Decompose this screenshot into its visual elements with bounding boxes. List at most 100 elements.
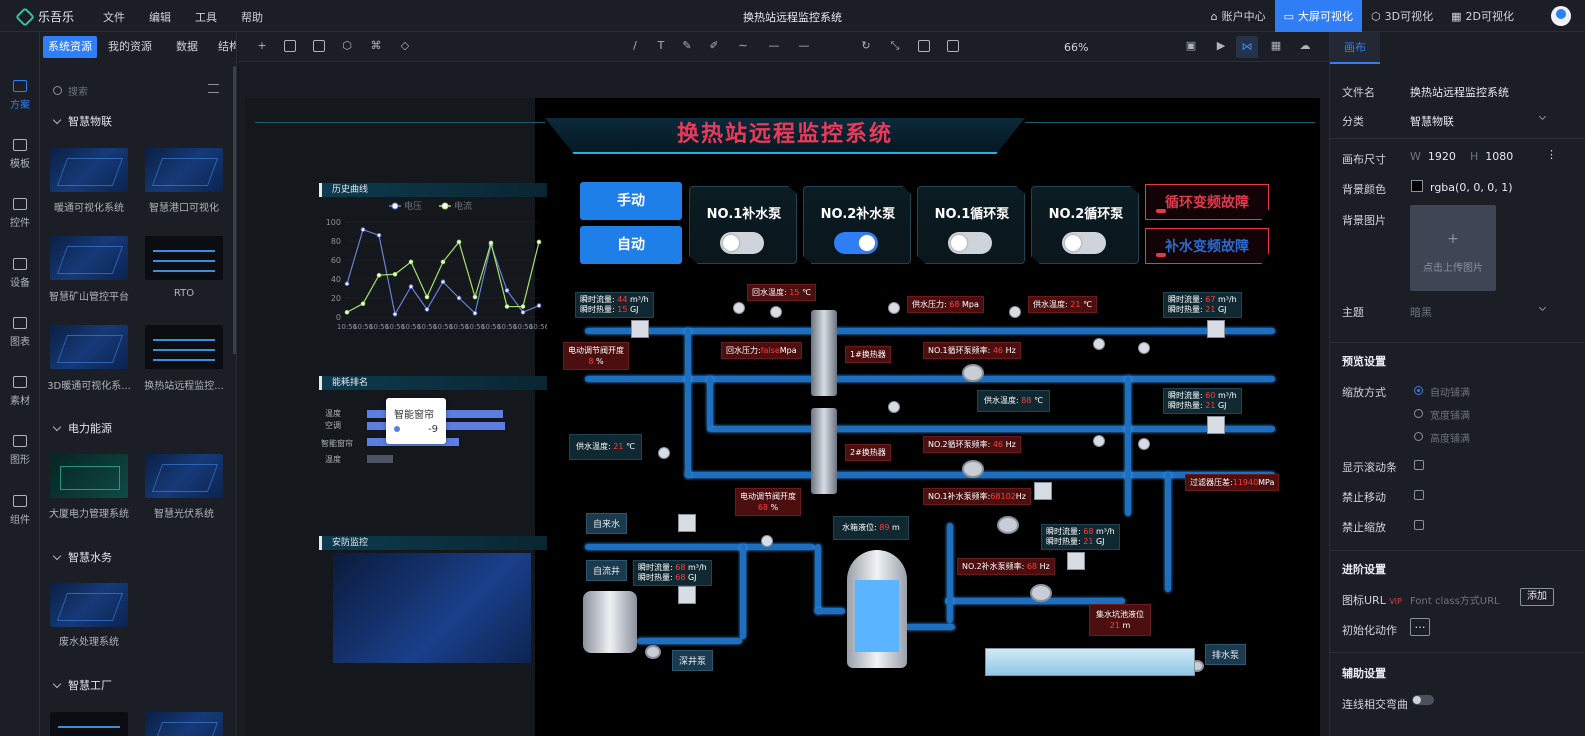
template-thumb[interactable]	[145, 325, 223, 369]
eraser-icon[interactable]: ◇	[399, 40, 411, 52]
list-icon[interactable]	[208, 84, 219, 93]
bigscreen-tab[interactable]: ▭ 大屏可视化	[1274, 0, 1363, 32]
template-thumb[interactable]	[145, 148, 223, 192]
heat-exchanger-1[interactable]	[811, 310, 837, 396]
editor-canvas[interactable]: 换热站远程监控系统 历史曲线 电压 电流 0 20 40 60 80 100 10:56 10:5…	[238, 62, 1329, 736]
rail-shape[interactable]: 图形	[0, 435, 40, 466]
menu-tools[interactable]: 工具	[195, 9, 241, 25]
water-tank[interactable]	[847, 550, 907, 668]
line-icon[interactable]: /	[629, 40, 641, 52]
more-icon[interactable]: ⋮	[1546, 148, 1557, 161]
no-move-checkbox[interactable]	[1414, 490, 1424, 500]
auto-button[interactable]: 自动	[580, 226, 682, 264]
app-logo[interactable]: 乐吾乐	[15, 6, 74, 27]
zoom-level[interactable]: 66%	[1064, 41, 1088, 54]
format-brush-icon[interactable]: ⌘	[370, 40, 382, 52]
width-value[interactable]: 1920	[1428, 150, 1456, 163]
shrink-icon[interactable]: ⤡	[889, 40, 901, 52]
category-power[interactable]: 电力能源	[52, 420, 112, 436]
cloud-icon[interactable]: ☁	[1299, 40, 1311, 52]
text-icon[interactable]: T	[655, 40, 667, 52]
menu-file[interactable]: 文件	[103, 9, 149, 25]
qrcode-icon[interactable]: ▦	[1270, 40, 1282, 52]
straight-line-icon[interactable]: —	[768, 40, 780, 52]
add-button[interactable]: 添加	[1520, 588, 1554, 606]
pump-toggle[interactable]	[948, 232, 992, 254]
cross-curve-toggle[interactable]	[1412, 695, 1434, 705]
layout-icon[interactable]	[947, 40, 959, 52]
template-thumb[interactable]	[50, 325, 128, 369]
bg-image-upload[interactable]: + 点击上传图片	[1410, 205, 1496, 291]
frame-icon[interactable]	[918, 40, 930, 52]
share-icon[interactable]: ⋈	[1236, 36, 1258, 58]
init-action-button[interactable]: …	[1410, 618, 1430, 636]
tab-canvas[interactable]: 画布	[1330, 32, 1380, 64]
manual-button[interactable]: 手动	[580, 182, 682, 220]
makeup-pump-1-icon[interactable]	[997, 516, 1019, 534]
template-thumb[interactable]	[50, 712, 128, 736]
lock-icon[interactable]: ▣	[1185, 40, 1197, 52]
tab-my-resources[interactable]: 我的资源	[100, 36, 160, 58]
radio-auto-fill[interactable]	[1414, 386, 1423, 395]
rail-template[interactable]: 模板	[0, 139, 40, 170]
category-iot[interactable]: 智慧物联	[52, 113, 112, 129]
scrollbar[interactable]	[233, 66, 236, 354]
refresh-icon[interactable]: ↻	[860, 40, 872, 52]
cube-icon[interactable]: ⬡	[341, 40, 353, 52]
category-select[interactable]: 智慧物联	[1410, 113, 1454, 129]
circ-pump-2-icon[interactable]	[962, 460, 984, 478]
curve-icon[interactable]: ∼	[737, 40, 749, 52]
radio-width-fill[interactable]	[1414, 409, 1423, 418]
color-swatch[interactable]	[1411, 180, 1423, 192]
scrollbar-checkbox[interactable]	[1414, 460, 1424, 470]
pump-toggle[interactable]	[720, 232, 764, 254]
filename-field[interactable]: 换热站远程监控系统	[1410, 84, 1509, 100]
icon-url-input[interactable]: Font class方式URL	[1410, 592, 1500, 607]
template-thumb[interactable]	[145, 454, 223, 498]
tab-system-resources[interactable]: 系统资源	[43, 36, 97, 58]
pencil-icon[interactable]: ✎	[681, 40, 693, 52]
viz2d-tab[interactable]: ▦ 2D可视化	[1442, 0, 1523, 32]
template-thumb[interactable]	[50, 454, 128, 498]
no-zoom-checkbox[interactable]	[1414, 520, 1424, 530]
template-thumb[interactable]	[50, 583, 128, 627]
pen-icon[interactable]: ✐	[708, 40, 720, 52]
menu-help[interactable]: 帮助	[241, 9, 287, 25]
template-thumb[interactable]	[145, 712, 223, 736]
save-icon[interactable]	[284, 40, 296, 52]
bg-color-value[interactable]: rgba(0, 0, 0, 1)	[1430, 181, 1513, 194]
heat-exchanger-2[interactable]	[811, 408, 837, 494]
polyline-icon[interactable]: —	[798, 40, 810, 52]
security-video[interactable]	[333, 553, 531, 663]
template-thumb[interactable]	[50, 236, 128, 280]
template-thumb[interactable]	[145, 236, 223, 280]
viz3d-tab[interactable]: ⬡ 3D可视化	[1362, 0, 1442, 32]
menu-edit[interactable]: 编辑	[149, 9, 195, 25]
play-icon[interactable]: ▶	[1215, 40, 1227, 52]
category-factory[interactable]: 智慧工厂	[52, 677, 112, 693]
rail-material[interactable]: 素材	[0, 376, 40, 407]
well-tank[interactable]	[583, 591, 637, 653]
pump-toggle[interactable]	[1062, 232, 1106, 254]
rail-chart[interactable]: 图表	[0, 317, 40, 348]
category-water[interactable]: 智慧水务	[52, 549, 112, 565]
makeup-pump-2-icon[interactable]	[1030, 584, 1052, 602]
search-input[interactable]: 搜索	[53, 80, 223, 100]
account-center-link[interactable]: ⌂ 账户中心	[1202, 0, 1275, 32]
tab-structure[interactable]: 结构	[190, 36, 236, 58]
rail-device[interactable]: 设备	[0, 258, 40, 289]
pump-toggle[interactable]	[834, 232, 878, 254]
height-value[interactable]: 1080	[1485, 150, 1513, 163]
radio-height-fill[interactable]	[1414, 432, 1423, 441]
rail-component[interactable]: 组件	[0, 495, 40, 526]
rail-solution[interactable]: 方案	[0, 80, 40, 111]
reading-flow-1: 瞬时流量: 44 m³/h 瞬时热量: 15 GJ	[575, 292, 654, 318]
well-pump-icon[interactable]	[645, 645, 661, 659]
theme-select[interactable]: 暗黑	[1410, 304, 1432, 320]
circ-pump-1-icon[interactable]	[962, 364, 984, 382]
document-icon[interactable]	[313, 40, 325, 52]
add-icon[interactable]: +	[256, 40, 268, 52]
rail-control[interactable]: 控件	[0, 198, 40, 229]
user-avatar[interactable]	[1551, 6, 1571, 26]
template-thumb[interactable]	[50, 148, 128, 192]
